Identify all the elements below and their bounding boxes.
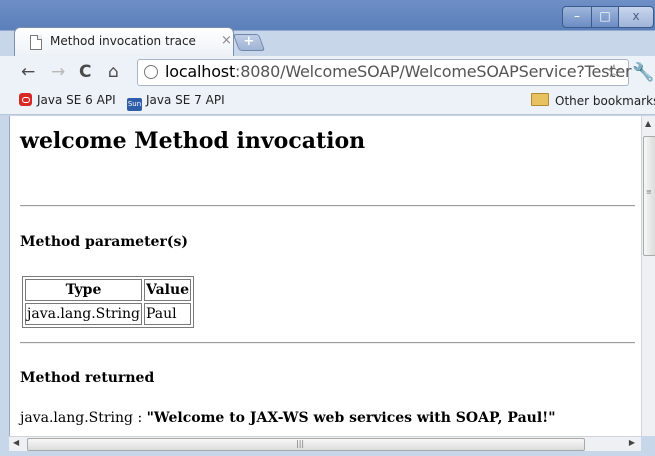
plus-icon: +	[243, 34, 255, 49]
result-value: "Welcome to JAX-WS web services with SOA…	[146, 410, 556, 426]
tab-close-icon[interactable]: ×	[221, 33, 232, 48]
params-heading: Method parameter(s)	[20, 234, 188, 250]
scroll-left-icon[interactable]: ◀	[13, 438, 19, 447]
bookmark-java-se7[interactable]: Sun Java SE 7 API	[127, 93, 225, 111]
page-content: welcome Method invocation Method paramet…	[9, 116, 641, 436]
vertical-scrollbar[interactable]: ▲ ≡	[641, 116, 655, 436]
divider	[20, 342, 635, 344]
other-bookmarks-label: Other bookmarks	[555, 94, 655, 108]
reload-icon[interactable]: C	[79, 63, 91, 81]
horizontal-scrollbar[interactable]: ◀ ||| ▶	[9, 436, 641, 451]
horizontal-scroll-thumb[interactable]: |||	[27, 438, 585, 451]
other-bookmarks[interactable]: Other bookmarks	[531, 93, 655, 108]
cell-value: Paul	[144, 303, 192, 325]
table-row: java.lang.String Paul	[25, 303, 192, 325]
globe-icon	[144, 65, 158, 79]
home-icon[interactable]: ⌂	[108, 63, 119, 81]
sun-icon: Sun	[127, 98, 142, 111]
bookmark-label: Java SE 7 API	[146, 93, 225, 107]
back-arrow-icon[interactable]: ←	[21, 63, 35, 81]
vertical-scroll-thumb[interactable]: ≡	[643, 136, 655, 256]
bookmarks-bar: Java SE 6 API Sun Java SE 7 API Other boo…	[0, 89, 655, 115]
scroll-up-icon[interactable]: ▲	[645, 119, 651, 128]
result-type: java.lang.String :	[20, 410, 147, 426]
table-header-row: Type Value	[25, 279, 192, 301]
bookmark-star-icon[interactable]: ☆	[606, 61, 622, 82]
new-tab-button[interactable]: +	[232, 34, 266, 51]
oracle-icon	[19, 93, 32, 106]
grip-icon: |||	[296, 439, 305, 448]
divider	[20, 205, 635, 207]
url-host: localhost	[165, 62, 236, 81]
url-path: :8080/WelcomeSOAP/WelcomeSOAPService?Tes…	[235, 62, 632, 81]
grip-icon: ≡	[646, 188, 652, 196]
tab-title: Method invocation trace	[50, 34, 196, 48]
bookmark-label: Java SE 6 API	[37, 93, 116, 107]
page-icon	[30, 35, 42, 50]
minimize-button[interactable]: –	[562, 6, 592, 28]
browser-tab[interactable]: Method invocation trace ×	[14, 27, 234, 56]
column-header-value: Value	[144, 279, 192, 301]
maximize-button[interactable]: □	[591, 6, 619, 28]
forward-arrow-icon[interactable]: →	[51, 63, 65, 81]
page-title: welcome Method invocation	[20, 128, 366, 154]
returned-heading: Method returned	[20, 370, 155, 386]
scroll-right-icon[interactable]: ▶	[629, 438, 635, 447]
folder-icon	[531, 93, 549, 106]
url-text[interactable]: localhost:8080/WelcomeSOAP/WelcomeSOAPSe…	[165, 62, 632, 81]
close-button[interactable]: x	[618, 6, 654, 28]
column-header-type: Type	[25, 279, 143, 301]
address-bar[interactable]: localhost:8080/WelcomeSOAP/WelcomeSOAPSe…	[137, 59, 632, 86]
bookmark-java-se6[interactable]: Java SE 6 API	[19, 93, 116, 107]
wrench-icon[interactable]: 🔧	[632, 62, 654, 83]
cell-type: java.lang.String	[25, 303, 143, 325]
toolbar: ← → C ⌂ localhost:8080/WelcomeSOAP/Welco…	[0, 56, 655, 89]
params-table: Type Value java.lang.String Paul	[22, 276, 195, 328]
result-line: java.lang.String : "Welcome to JAX-WS we…	[20, 410, 556, 426]
